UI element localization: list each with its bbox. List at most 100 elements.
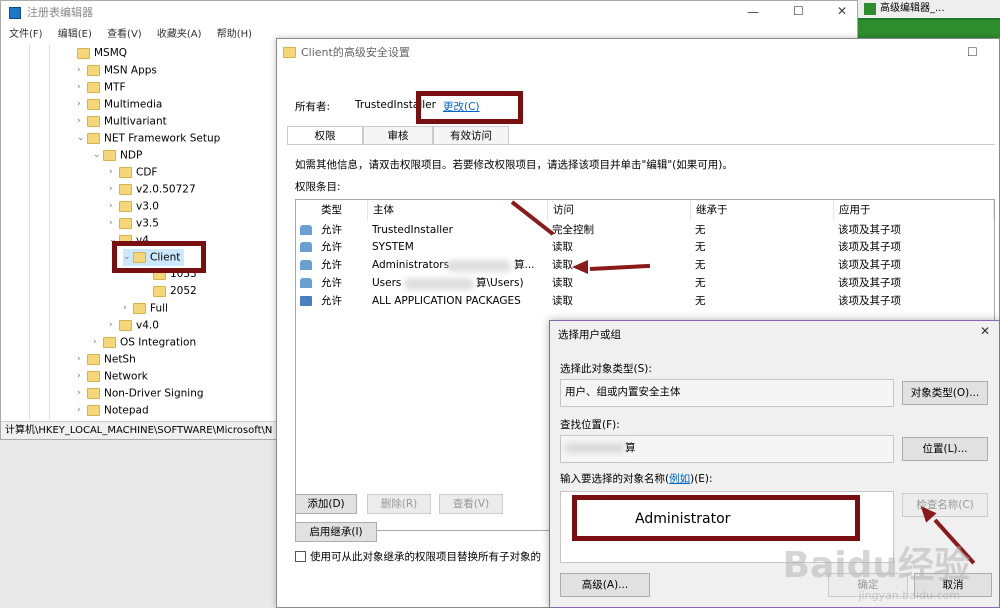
- menu-edit[interactable]: 编辑(E): [58, 29, 92, 40]
- tree-item[interactable]: › v3.0: [109, 198, 159, 215]
- background-tab[interactable]: 高级编辑器_...: [858, 0, 1000, 20]
- row-principal[interactable]: ALL APPLICATION PACKAGES: [372, 293, 521, 310]
- row-principal-suffix: 算...: [514, 259, 535, 271]
- advanced-button[interactable]: 高级(A)...: [560, 573, 650, 597]
- row-type[interactable]: 允许: [321, 239, 342, 256]
- row-principal[interactable]: TrustedInstaller: [372, 222, 453, 239]
- tab-effective-access[interactable]: 有效访问: [433, 126, 509, 145]
- folder-icon: [283, 47, 296, 58]
- locations-button[interactable]: 位置(L)...: [902, 437, 988, 461]
- folder-icon: [119, 167, 132, 178]
- close-icon[interactable]: ✕: [980, 324, 990, 338]
- row-principal-suffix: 算\Users): [476, 277, 524, 289]
- row-access[interactable]: 读取: [552, 275, 573, 292]
- add-button[interactable]: 添加(D): [295, 494, 357, 514]
- row-inherited[interactable]: 无: [695, 239, 706, 256]
- tree-item[interactable]: › CDF: [109, 164, 157, 181]
- chevron-right-icon[interactable]: ›: [109, 198, 119, 215]
- chevron-right-icon[interactable]: ›: [77, 79, 87, 96]
- chevron-right-icon[interactable]: ›: [123, 300, 133, 317]
- row-inherited[interactable]: 无: [695, 275, 706, 292]
- chevron-right-icon[interactable]: ›: [109, 317, 119, 334]
- tree-item[interactable]: › v4.0: [109, 317, 159, 334]
- chevron-right-icon[interactable]: ›: [77, 351, 87, 368]
- chevron-right-icon[interactable]: ›: [77, 385, 87, 402]
- row-principal[interactable]: Administrators: [372, 257, 449, 274]
- row-access[interactable]: 读取: [552, 257, 573, 274]
- tree-item-label: v4.0: [136, 319, 159, 332]
- chevron-down-icon[interactable]: ⌄: [77, 130, 87, 147]
- folder-icon: [77, 47, 90, 59]
- row-inherited[interactable]: 无: [695, 293, 706, 310]
- row-type[interactable]: 允许: [321, 257, 342, 274]
- tree-item[interactable]: › Full: [123, 300, 168, 317]
- tree-item-label: MSN Apps: [104, 64, 157, 77]
- row-access[interactable]: 读取: [552, 293, 573, 310]
- examples-link[interactable]: 例如: [669, 473, 690, 485]
- tree-item[interactable]: › Network: [77, 368, 148, 385]
- tree-item[interactable]: › MSN Apps: [77, 62, 157, 79]
- tree-item[interactable]: ⌄ NDP: [93, 147, 142, 164]
- tree-item[interactable]: 2052: [153, 283, 197, 300]
- row-applies[interactable]: 该项及其子项: [838, 239, 901, 256]
- menu-view[interactable]: 查看(V): [107, 29, 142, 40]
- tree-item[interactable]: › Notepad: [77, 402, 149, 419]
- column-header-applies[interactable]: 应用于: [834, 200, 994, 220]
- check-names-button[interactable]: 检查名称(C): [902, 493, 988, 517]
- tree-item[interactable]: › NetSh: [77, 351, 136, 368]
- chevron-right-icon[interactable]: ›: [77, 96, 87, 113]
- close-icon[interactable]: ✕: [837, 4, 847, 18]
- menu-favorites[interactable]: 收藏夹(A): [157, 29, 202, 40]
- tree-item[interactable]: › OS Integration: [93, 334, 196, 351]
- chevron-right-icon[interactable]: ›: [77, 402, 87, 419]
- folder-icon: [133, 303, 146, 314]
- maximize-icon[interactable]: ☐: [793, 4, 804, 18]
- object-types-button[interactable]: 对象类型(O)...: [902, 381, 988, 405]
- row-principal[interactable]: Users: [372, 275, 401, 292]
- remove-button[interactable]: 删除(R): [367, 494, 431, 514]
- chevron-right-icon[interactable]: ›: [109, 215, 119, 232]
- row-inherited[interactable]: 无: [695, 257, 706, 274]
- tab-auditing[interactable]: 审核: [363, 126, 433, 145]
- tree-item[interactable]: › Multivariant: [77, 113, 167, 130]
- row-applies[interactable]: 该项及其子项: [838, 222, 901, 239]
- minimize-icon[interactable]: —: [747, 5, 759, 19]
- column-header-type[interactable]: 类型: [316, 200, 368, 220]
- chevron-right-icon[interactable]: ›: [77, 62, 87, 79]
- tree-item[interactable]: ⌄ NET Framework Setup: [77, 130, 220, 147]
- tree-item-label: v2.0.50727: [136, 183, 196, 196]
- tree-item[interactable]: › v2.0.50727: [109, 181, 196, 198]
- row-access[interactable]: 读取: [552, 239, 573, 256]
- tab-permissions[interactable]: 权限: [287, 126, 363, 145]
- tree-item[interactable]: MSMQ: [77, 45, 127, 62]
- view-button[interactable]: 查看(V): [439, 494, 503, 514]
- replace-checkbox[interactable]: [295, 551, 306, 562]
- row-applies[interactable]: 该项及其子项: [838, 257, 901, 274]
- row-principal[interactable]: SYSTEM: [372, 239, 414, 256]
- column-header-inherited[interactable]: 继承于: [691, 200, 834, 220]
- background-tab-label: 高级编辑器_...: [880, 3, 945, 14]
- chevron-right-icon[interactable]: ›: [109, 181, 119, 198]
- chevron-right-icon[interactable]: ›: [77, 113, 87, 130]
- column-header-access[interactable]: 访问: [548, 200, 691, 220]
- row-type[interactable]: 允许: [321, 222, 342, 239]
- row-type[interactable]: 允许: [321, 293, 342, 310]
- chevron-right-icon[interactable]: ›: [93, 334, 103, 351]
- folder-icon: [119, 184, 132, 195]
- chevron-down-icon[interactable]: ⌄: [93, 147, 103, 164]
- tree-item[interactable]: › v3.5: [109, 215, 159, 232]
- row-applies[interactable]: 该项及其子项: [838, 293, 901, 310]
- menu-help[interactable]: 帮助(H): [217, 29, 252, 40]
- row-access[interactable]: 完全控制: [552, 222, 594, 239]
- tree-item[interactable]: › Non-Driver Signing: [77, 385, 204, 402]
- maximize-icon[interactable]: ☐: [967, 45, 978, 59]
- row-inherited[interactable]: 无: [695, 222, 706, 239]
- tree-item[interactable]: › Multimedia: [77, 96, 162, 113]
- enable-inheritance-button[interactable]: 启用继承(I): [295, 522, 377, 542]
- row-applies[interactable]: 该项及其子项: [838, 275, 901, 292]
- chevron-right-icon[interactable]: ›: [77, 368, 87, 385]
- chevron-right-icon[interactable]: ›: [109, 164, 119, 181]
- menu-file[interactable]: 文件(F): [9, 29, 43, 40]
- row-type[interactable]: 允许: [321, 275, 342, 292]
- tree-item[interactable]: › MTF: [77, 79, 126, 96]
